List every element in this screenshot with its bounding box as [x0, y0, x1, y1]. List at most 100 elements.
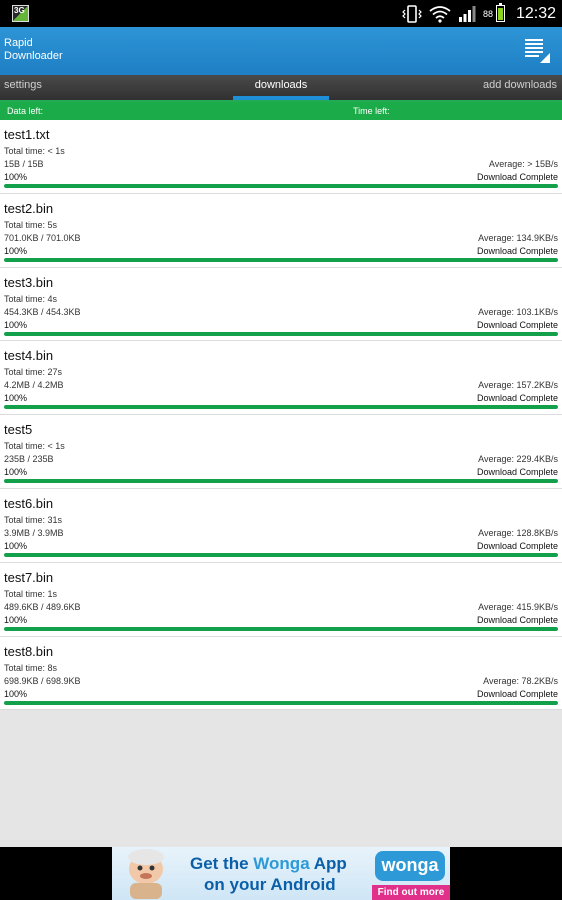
download-progress-bar [4, 331, 558, 336]
status-icons: 88 12:32 [402, 3, 556, 24]
download-progress-bar [4, 405, 558, 410]
download-percent: 100% [4, 172, 28, 182]
mascot-puppet-icon [128, 849, 164, 899]
download-total-time: Total time: 5s [4, 219, 58, 230]
download-size: 3.9MB / 3.9MB [4, 527, 64, 538]
download-size: 701.0KB / 701.0KB [4, 232, 81, 243]
download-average-speed: Average: 415.9KB/s [478, 601, 558, 612]
download-average-speed: Average: 157.2KB/s [478, 380, 558, 391]
tab-downloads[interactable]: downloads [233, 75, 329, 102]
download-status: Download Complete [476, 688, 558, 699]
download-status: Download Complete [476, 393, 558, 404]
download-item[interactable]: test8.bin Total time: 8s 698.9KB / 698.9… [0, 636, 562, 711]
download-total-time: Total time: 31s [4, 514, 63, 525]
app-title: Rapid Downloader [4, 37, 63, 62]
download-average-speed: Average: 134.9KB/s [478, 232, 558, 243]
download-progress-fill [4, 479, 558, 484]
tab-bar: settings downloads add downloads [0, 75, 562, 102]
download-progress-fill [4, 700, 558, 705]
battery-icon [495, 3, 505, 22]
download-status: Download Complete [476, 540, 558, 551]
battery-level-text: 88 [482, 8, 493, 19]
ad-banner[interactable]: Get the Wonga App on your Android wonga … [112, 847, 450, 900]
download-name: test4.bin [4, 348, 54, 364]
download-progress-fill [4, 626, 558, 631]
download-total-time: Total time: < 1s [4, 146, 65, 156]
download-name: test8.bin [4, 643, 54, 659]
find-out-more-button[interactable]: Find out more [372, 885, 450, 900]
download-size: 489.6KB / 489.6KB [4, 601, 81, 612]
download-percent: 100% [4, 245, 28, 256]
download-item[interactable]: test7.bin Total time: 1s 489.6KB / 489.6… [0, 562, 562, 637]
download-average-speed: Average: 103.1KB/s [478, 306, 558, 317]
wifi-icon [429, 5, 451, 23]
download-progress-fill [4, 552, 558, 557]
download-name: test1.txt [4, 127, 50, 142]
download-item[interactable]: test2.bin Total time: 5s 701.0KB / 701.0… [0, 193, 562, 268]
download-percent: 100% [4, 540, 28, 551]
wonga-logo: wonga [375, 851, 445, 881]
download-name: test6.bin [4, 495, 54, 511]
download-average-speed: Average: 229.4KB/s [478, 454, 558, 465]
download-total-time: Total time: 8s [4, 662, 58, 673]
download-average-speed: Average: 128.8KB/s [478, 527, 558, 538]
tab-downloads-label: downloads [254, 79, 308, 91]
download-size: 698.9KB / 698.9KB [4, 675, 81, 686]
list-menu-icon[interactable] [522, 35, 552, 65]
download-percent: 100% [4, 393, 28, 404]
download-item[interactable]: test3.bin Total time: 4s 454.3KB / 454.3… [0, 267, 562, 342]
download-name: test3.bin [4, 274, 54, 290]
download-progress-fill [4, 257, 558, 262]
download-name: test7.bin [4, 569, 54, 585]
download-progress-bar [4, 626, 558, 631]
data-left-label: Data left: [7, 106, 44, 116]
network-3g-icon: 3G [12, 5, 29, 22]
download-item[interactable]: test5 Total time: < 1s 235B / 235B Avera… [0, 415, 562, 489]
download-percent: 100% [4, 614, 28, 625]
action-bar: Rapid Downloader [0, 27, 562, 75]
signal-icon [458, 5, 476, 22]
download-size: 15B / 15B [4, 159, 44, 169]
status-bar: 3G 88 12:32 [0, 0, 562, 27]
tab-add-downloads[interactable]: add downloads [483, 75, 557, 102]
download-average-speed: Average: 78.2KB/s [483, 675, 558, 686]
download-progress-bar [4, 552, 558, 557]
time-left-label: Time left: [353, 106, 390, 116]
ad-bar: Get the Wonga App on your Android wonga … [0, 847, 562, 900]
download-status: Download Complete [476, 467, 558, 478]
download-percent: 100% [4, 467, 28, 478]
download-progress-bar [4, 700, 558, 705]
download-size: 4.2MB / 4.2MB [4, 380, 64, 391]
download-status: Download Complete [476, 319, 558, 330]
ad-subline: on your Android [204, 875, 336, 894]
download-item[interactable]: test6.bin Total time: 31s 3.9MB / 3.9MB … [0, 488, 562, 563]
download-average-speed: Average: > 15B/s [488, 159, 558, 169]
download-progress-fill [4, 184, 558, 188]
download-size: 454.3KB / 454.3KB [4, 306, 81, 317]
download-name: test2.bin [4, 200, 54, 216]
download-total-time: Total time: < 1s [4, 441, 65, 452]
download-progress-fill [4, 331, 558, 336]
download-total-time: Total time: 27s [4, 367, 63, 378]
ad-headline-prefix: Get the [190, 854, 254, 873]
download-progress-fill [4, 405, 558, 410]
download-status: Download Complete [476, 172, 558, 182]
download-total-time: Total time: 1s [4, 588, 58, 599]
download-status: Download Complete [476, 614, 558, 625]
download-progress-bar [4, 184, 558, 188]
download-progress-bar [4, 479, 558, 484]
download-size: 235B / 235B [4, 454, 54, 465]
tab-settings[interactable]: settings [4, 75, 42, 102]
download-name: test5 [4, 422, 33, 438]
ad-headline-suffix: App [309, 854, 347, 873]
download-percent: 100% [4, 319, 28, 330]
download-item[interactable]: test1.txt Total time: < 1s 15B / 15B Ave… [0, 120, 562, 194]
download-percent: 100% [4, 688, 28, 699]
summary-bar: Data left: Time left: [0, 102, 562, 120]
vibrate-icon [402, 4, 422, 23]
clock: 12:32 [515, 4, 556, 22]
download-progress-bar [4, 257, 558, 262]
download-list: test1.txt Total time: < 1s 15B / 15B Ave… [0, 120, 562, 711]
ad-headline-brand: Wonga [253, 854, 310, 873]
download-item[interactable]: test4.bin Total time: 27s 4.2MB / 4.2MB … [0, 341, 562, 416]
